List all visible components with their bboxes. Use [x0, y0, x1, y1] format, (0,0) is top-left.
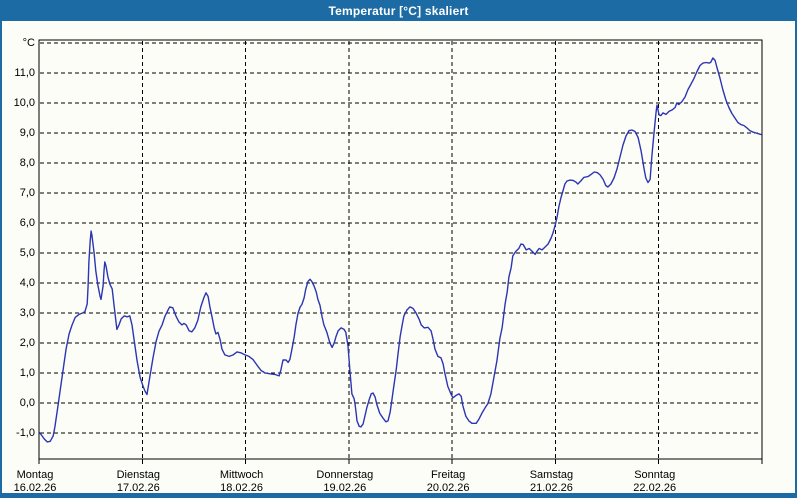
- x-day-label: Freitag 20.02.26: [427, 469, 470, 495]
- y-tick-label: 3,0: [19, 306, 35, 319]
- app-window: Temperatur [°C] skaliert °C 11,0 10,0 9,0 8,…: [0, 0, 800, 500]
- y-tick-label: 5,0: [19, 246, 35, 259]
- y-tick-label: 11,0: [14, 66, 35, 79]
- x-day-label: Sonntag 22.02.26: [633, 469, 676, 495]
- y-tick-label: 7,0: [19, 186, 35, 199]
- day-date: 22.02.26: [633, 482, 677, 494]
- x-day-label: Montag 16.02.26: [14, 469, 57, 495]
- y-axis-unit-label: °C: [22, 36, 35, 49]
- y-tick-label: 0,0: [19, 396, 35, 409]
- day-date: 19.02.26: [323, 482, 367, 494]
- x-day-label: Mittwoch 18.02.26: [220, 469, 263, 495]
- temperature-chart: [38, 39, 763, 464]
- day-date: 21.02.26: [530, 482, 573, 494]
- day-name: Mittwoch: [219, 469, 264, 481]
- day-name: Montag: [16, 469, 54, 481]
- y-tick-label: 2,0: [19, 336, 35, 349]
- day-name: Sonntag: [634, 469, 676, 481]
- y-tick-label: 6,0: [19, 216, 35, 229]
- day-name: Samstag: [529, 469, 574, 481]
- y-tick-label: 1,0: [19, 366, 35, 379]
- x-day-label: Dienstag 17.02.26: [117, 469, 160, 495]
- y-tick-label: 8,0: [19, 156, 35, 169]
- day-name: Donnerstag: [316, 469, 374, 481]
- temperature-line: [39, 57, 762, 443]
- day-date: 18.02.26: [220, 482, 263, 494]
- x-day-label: Samstag 21.02.26: [530, 469, 573, 495]
- y-tick-label: 4,0: [19, 276, 35, 289]
- y-tick-label: 9,0: [19, 126, 35, 139]
- day-date: 16.02.26: [13, 482, 57, 494]
- day-date: 17.02.26: [116, 482, 160, 494]
- y-tick-label: -1,0: [16, 426, 35, 439]
- day-name: Freitag: [431, 469, 466, 481]
- y-tick-label: 10,0: [13, 96, 35, 109]
- day-name: Dienstag: [116, 469, 160, 481]
- x-day-label: Donnerstag 19.02.26: [316, 469, 373, 495]
- day-date: 20.02.26: [426, 482, 470, 494]
